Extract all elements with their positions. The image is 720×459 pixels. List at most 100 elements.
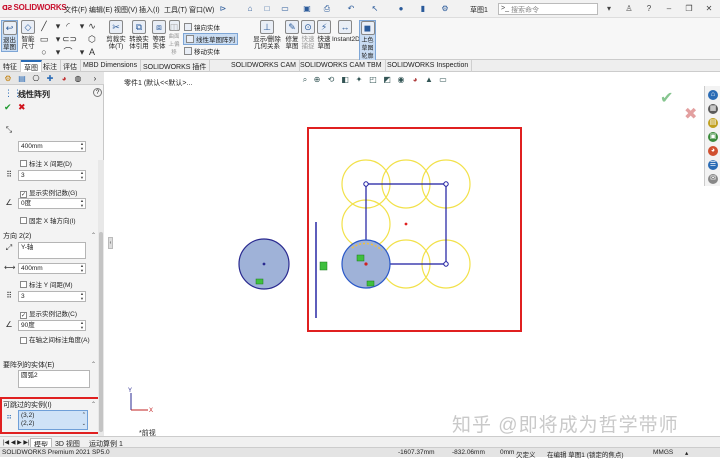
tab-markup[interactable]: 标注 bbox=[40, 60, 61, 72]
move-entities-button[interactable]: 移动实体 bbox=[184, 46, 220, 56]
new-file-icon[interactable]: □ bbox=[262, 4, 272, 14]
reverse-direction-icon[interactable]: ⤡ bbox=[4, 125, 14, 135]
offset-entities-button[interactable]: ⧈ 等距 实体 bbox=[151, 20, 167, 50]
mirror-entities-button[interactable]: 镜向实体 bbox=[184, 22, 220, 32]
entities-to-pattern-header[interactable]: 要阵列的实体(E) bbox=[3, 360, 54, 370]
view-palette-icon[interactable]: ▣ bbox=[708, 132, 718, 142]
tab-sketch[interactable]: 草图 bbox=[21, 60, 42, 72]
menu-insert[interactable]: 插入(I) bbox=[139, 5, 160, 15]
trim-entities-button[interactable]: ✂ 剪裁实 体(T) bbox=[106, 20, 126, 50]
circle-icon[interactable]: ○ bbox=[38, 47, 50, 57]
file-explorer-icon[interactable]: ▤ bbox=[708, 118, 718, 128]
help-icon[interactable]: ? bbox=[93, 88, 102, 97]
spline-icon[interactable]: ∿ bbox=[86, 21, 98, 31]
quick-snaps-button[interactable]: ⊙ 快速 捕捉 bbox=[300, 20, 316, 50]
collapse-caret-icon[interactable]: ⌃ bbox=[91, 361, 96, 368]
dir2-angle-field[interactable]: 90度 ▲ ▼ bbox=[18, 320, 86, 331]
dir1-angle-field[interactable]: 0度 ▲ ▼ bbox=[18, 198, 86, 209]
menu-tools[interactable]: 工具(T) bbox=[164, 5, 187, 15]
user-icon[interactable]: ♙ bbox=[624, 4, 634, 14]
forum-icon[interactable]: ✉ bbox=[708, 174, 718, 184]
previous-view-icon[interactable]: ⟲ bbox=[326, 75, 336, 85]
spin-icon[interactable]: ▲ ▼ bbox=[79, 291, 85, 301]
confirm-ok-icon[interactable]: ✔ bbox=[660, 88, 673, 108]
configuration-manager-icon[interactable]: ⎔ bbox=[31, 74, 41, 84]
spin-icon[interactable]: ▲ ▼ bbox=[79, 141, 85, 151]
menu-view[interactable]: 视图(V) bbox=[114, 5, 137, 15]
smart-dimension-button[interactable]: ◇ 智能 尺寸 bbox=[19, 20, 37, 50]
tab-solidworks-cam-tbm[interactable]: SOLIDWORKS CAM TBM bbox=[297, 60, 386, 72]
dir2-spacing-field[interactable]: 400mm ▲ ▼ bbox=[18, 263, 86, 274]
list-scroll-icon[interactable]: ⌃ ⌄ bbox=[82, 411, 86, 429]
save-icon[interactable]: ▣ bbox=[302, 4, 312, 14]
direction2-header[interactable]: 方向 2(2) bbox=[3, 231, 31, 241]
appearances-icon[interactable]: ◕ bbox=[708, 146, 718, 156]
tab-solidworks-addins[interactable]: SOLIDWORKS 插件 bbox=[140, 60, 211, 72]
tab-solidworks-cam[interactable]: SOLIDWORKS CAM bbox=[228, 60, 300, 72]
dir2-axis-field[interactable]: Y-轴 bbox=[18, 242, 86, 259]
search-dropdown-icon[interactable]: ▾ bbox=[604, 4, 614, 14]
menu-window[interactable]: 窗口(W) bbox=[189, 5, 214, 15]
spin-icon[interactable]: ▲ ▼ bbox=[79, 170, 85, 180]
units-selector[interactable]: MMGS bbox=[653, 449, 673, 456]
select-arrow-icon[interactable]: ↖ bbox=[370, 4, 380, 14]
tab-solidworks-inspection[interactable]: SOLIDWORKS Inspection bbox=[384, 60, 473, 72]
solidworks-resources-icon[interactable]: ⌂ bbox=[708, 90, 718, 100]
open-folder-icon[interactable]: ▭ bbox=[280, 4, 290, 14]
minimize-icon[interactable]: – bbox=[664, 4, 674, 14]
view-orientation-icon[interactable]: ◰ bbox=[368, 75, 378, 85]
text-icon[interactable]: A bbox=[86, 47, 98, 57]
cam-manager-icon[interactable]: ◍ bbox=[73, 74, 83, 84]
zoom-area-icon[interactable]: ⊕ bbox=[312, 75, 322, 85]
view-settings-icon[interactable]: ▭ bbox=[438, 75, 448, 85]
repair-sketch-button[interactable]: ✎ 修复 草图 bbox=[284, 20, 300, 50]
feature-breadcrumb[interactable]: 零件1 (默认<<默认>... bbox=[124, 78, 192, 88]
print-icon[interactable]: ⎙ bbox=[322, 4, 332, 14]
rectangle-icon[interactable]: ▭ bbox=[38, 34, 50, 44]
instances-to-skip-header[interactable]: 可跳过的实例(I) bbox=[3, 400, 52, 410]
panel-expand-icon[interactable]: › bbox=[90, 74, 100, 84]
dim-x-spacing-checkbox[interactable]: 标注 X 间距(D) bbox=[20, 158, 72, 168]
spin-icon[interactable]: ▲ ▼ bbox=[79, 263, 85, 273]
dir2-count-field[interactable]: 3 ▲ ▼ bbox=[18, 291, 86, 302]
polygon-icon[interactable]: ⬡ bbox=[86, 34, 98, 44]
zoom-to-fit-icon[interactable]: ⌕ bbox=[300, 75, 310, 85]
dir1-spacing-field[interactable]: 400mm ▲ ▼ bbox=[18, 141, 86, 152]
status-dropdown-icon[interactable]: ▴ bbox=[685, 449, 688, 457]
dim-angle-between-axes-checkbox[interactable]: 在轴之间标注角度(A) bbox=[20, 337, 91, 345]
fillet-icon[interactable]: ⌒ bbox=[62, 47, 74, 57]
home-icon[interactable]: ⌂ bbox=[245, 4, 255, 14]
search-input[interactable]: >_ 搜索命令 bbox=[498, 3, 598, 15]
rapid-sketch-button[interactable]: ⚡ 快速 草图 bbox=[316, 20, 332, 50]
dim-y-spacing-checkbox[interactable]: 标注 Y 间距(M) bbox=[20, 279, 73, 289]
design-library-icon[interactable]: ▦ bbox=[708, 104, 718, 114]
options-gear-icon[interactable]: ⚙ bbox=[440, 4, 450, 14]
ok-check-icon[interactable]: ✔ bbox=[4, 102, 12, 113]
section-view-icon[interactable]: ◧ bbox=[340, 75, 350, 85]
property-manager-icon[interactable]: ▤ bbox=[17, 74, 27, 84]
list-item[interactable]: (2,2) bbox=[21, 420, 85, 428]
apply-scene-icon[interactable]: ▲ bbox=[424, 75, 434, 85]
hide-show-items-icon[interactable]: ◉ bbox=[396, 75, 406, 85]
panel-splitter-handle[interactable]: ‹ bbox=[108, 237, 113, 249]
arc-icon[interactable]: ◜ bbox=[62, 21, 74, 31]
list-item[interactable]: 圆弧2 bbox=[21, 372, 38, 379]
display-delete-relations-button[interactable]: ⊥ 显示/删除 几何关系 bbox=[250, 20, 284, 50]
entities-to-pattern-list[interactable]: 圆弧2 bbox=[18, 370, 90, 388]
list-item[interactable]: (3,2) bbox=[21, 412, 85, 420]
tab-features[interactable]: 特征 bbox=[0, 60, 21, 72]
dimxpert-icon[interactable]: ✚ bbox=[45, 74, 55, 84]
menu-edit[interactable]: 编辑(E) bbox=[89, 5, 112, 15]
undo-icon[interactable]: ↶ bbox=[346, 4, 356, 14]
instant2d-button[interactable]: ↔ Instant2D bbox=[332, 20, 360, 43]
rebuild-icon[interactable]: ● bbox=[396, 4, 406, 14]
display-style-icon[interactable]: ◩ bbox=[382, 75, 392, 85]
dir1-count-field[interactable]: 3 ▲ ▼ bbox=[18, 170, 86, 181]
dir1-show-count-checkbox[interactable]: ✓ 显示实例记数(G) bbox=[20, 187, 77, 198]
spin-icon[interactable]: ▲ ▼ bbox=[79, 320, 85, 330]
tab-mbd-dimensions[interactable]: MBD Dimensions bbox=[80, 60, 142, 72]
menu-file[interactable]: 文件(F) bbox=[64, 5, 87, 15]
dir2-show-count-checkbox[interactable]: ✓ 显示实例记数(C) bbox=[20, 308, 77, 319]
fix-x-axis-checkbox[interactable]: 固定 X 轴方向(I) bbox=[20, 215, 76, 225]
restore-icon[interactable]: ❐ bbox=[684, 4, 694, 14]
